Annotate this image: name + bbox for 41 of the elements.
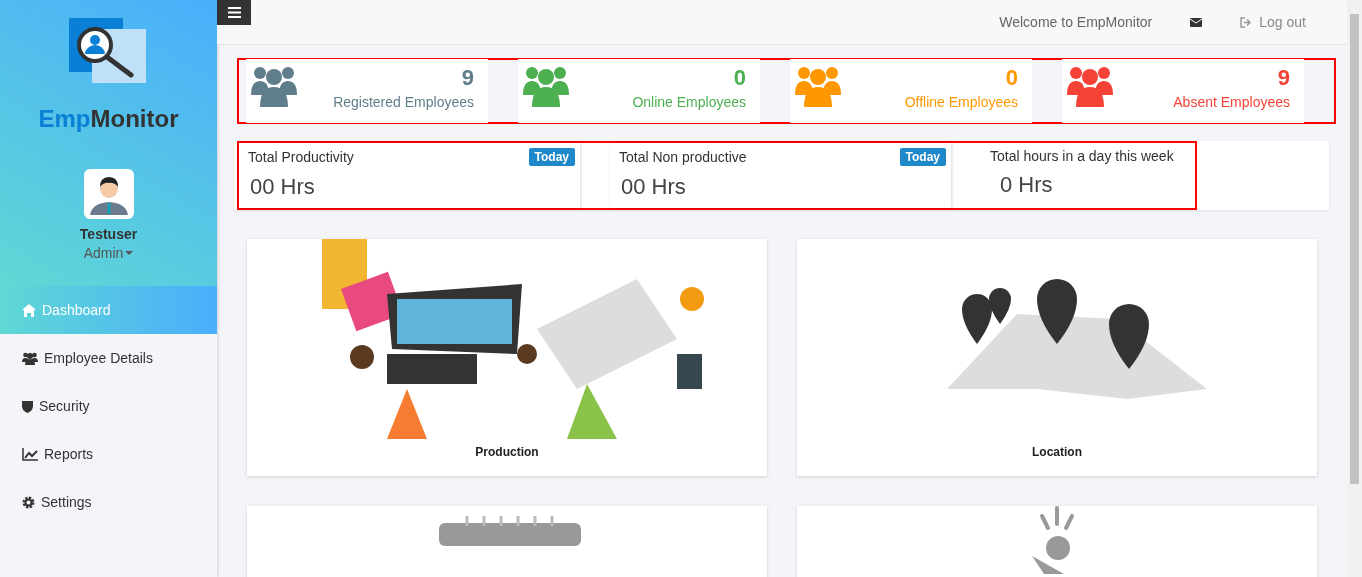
stat-label: Registered Employees [333, 94, 474, 110]
users-icon [22, 351, 38, 365]
user-name: Testuser [79, 226, 138, 242]
menu-icon [227, 7, 241, 18]
menu-button[interactable] [217, 0, 251, 25]
today-badge: Today [899, 148, 946, 166]
nav-item[interactable]: Reports [0, 430, 217, 478]
card-title: Total Productivity [248, 149, 354, 165]
hours-value: 00 Hrs [249, 174, 316, 200]
nav-item[interactable]: Settings [0, 478, 217, 526]
sign-out-icon [1240, 16, 1253, 28]
hours-value: 00 Hrs [620, 174, 687, 200]
settings-icon [22, 495, 35, 509]
stat-count: 9 [1277, 65, 1290, 91]
line-chart-icon [22, 447, 38, 461]
card-label: Location [1032, 445, 1082, 459]
shield-icon [22, 399, 33, 413]
stat-label: Offline Employees [904, 94, 1018, 110]
card-title: Total Non productive [619, 149, 747, 165]
hours-value: 0 Hrs [999, 172, 1054, 198]
envelope-icon[interactable] [1190, 17, 1203, 27]
nav-item[interactable]: Employee Details [0, 334, 217, 382]
nav-item[interactable]: Security [0, 382, 217, 430]
stat-label: Online Employees [632, 94, 746, 110]
feature-card[interactable]: Location [797, 239, 1317, 476]
logo-text: EmpMonitor [38, 105, 179, 133]
stat-label: Absent Employees [1173, 94, 1290, 110]
scrollbar-thumb[interactable] [1350, 14, 1359, 484]
today-badge: Today [528, 148, 575, 166]
stat-count: 9 [461, 65, 474, 91]
scrollbar[interactable] [1347, 0, 1362, 577]
welcome-text: Welcome to EmpMonitor [999, 14, 1153, 30]
role-dropdown[interactable]: Admin [83, 245, 134, 261]
stat-count: 0 [1005, 65, 1018, 91]
stat-count: 0 [733, 65, 746, 91]
home-icon [22, 303, 36, 317]
card-title: Total hours in a day this week [990, 148, 1174, 164]
avatar-silhouette-icon [83, 169, 134, 219]
feature-card[interactable]: Production [247, 239, 767, 476]
card-label: Production [475, 445, 539, 459]
caret-icon [125, 251, 134, 255]
